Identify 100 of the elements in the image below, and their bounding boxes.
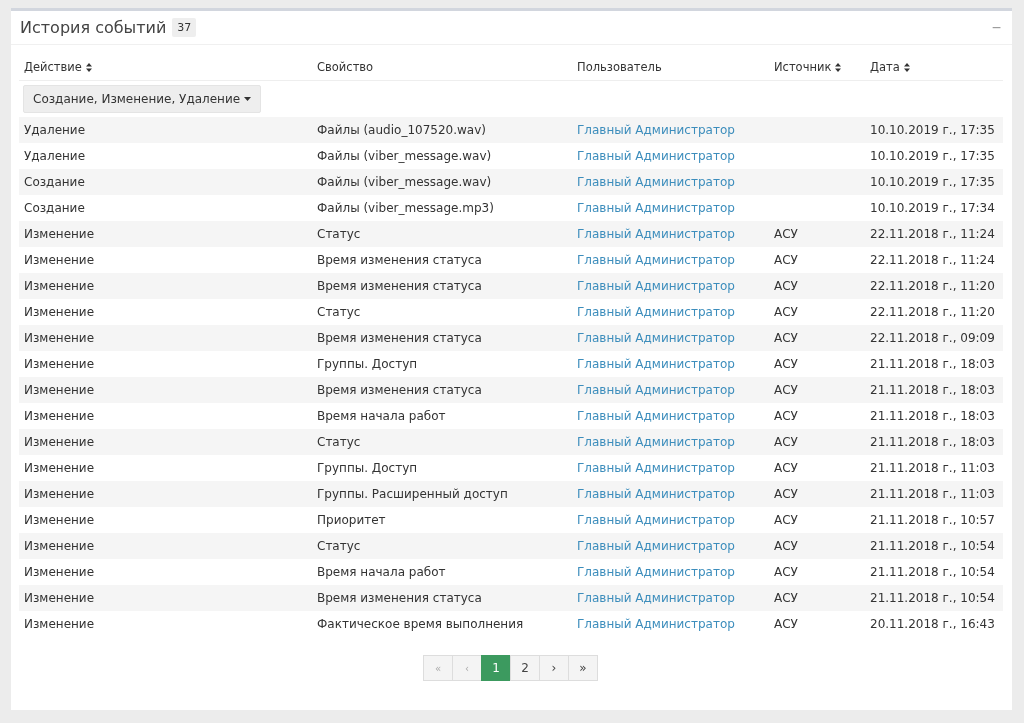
column-header[interactable]: Действие <box>24 60 92 74</box>
source-cell: АСУ <box>774 513 798 527</box>
source-cell: АСУ <box>774 565 798 579</box>
action-cell: Изменение <box>24 383 95 397</box>
date-cell: 10.10.2019 г., 17:35 <box>870 149 995 163</box>
date-cell: 21.11.2018 г., 18:03 <box>870 409 995 423</box>
property-cell: Файлы (viber_message.wav) <box>317 175 492 189</box>
user-link[interactable]: Главный Администратор <box>577 331 735 345</box>
action-cell: Изменение <box>24 487 95 501</box>
date-cell: 21.11.2018 г., 10:54 <box>870 591 995 605</box>
action-cell: Изменение <box>24 357 95 371</box>
source-cell: АСУ <box>774 253 798 267</box>
property-cell: Статус <box>317 435 361 449</box>
date-cell: 21.11.2018 г., 10:54 <box>870 539 995 553</box>
source-cell: АСУ <box>774 227 798 241</box>
action-cell: Удаление <box>24 149 86 163</box>
page-button[interactable]: 2 <box>510 655 540 681</box>
page-button[interactable]: 1 <box>481 655 511 681</box>
action-cell: Изменение <box>24 461 95 475</box>
column-header[interactable]: Дата <box>870 60 910 74</box>
source-cell: АСУ <box>774 487 798 501</box>
date-cell: 21.11.2018 г., 18:03 <box>870 383 995 397</box>
user-link[interactable]: Главный Администратор <box>577 123 735 137</box>
property-cell: Время начала работ <box>317 565 446 579</box>
user-link[interactable]: Главный Администратор <box>577 253 735 267</box>
date-cell: 10.10.2019 г., 17:35 <box>870 175 995 189</box>
date-cell: 22.11.2018 г., 11:24 <box>870 253 995 267</box>
action-cell: Изменение <box>24 565 95 579</box>
action-cell: Создание <box>24 175 85 189</box>
action-cell: Изменение <box>24 539 95 553</box>
date-cell: 22.11.2018 г., 11:20 <box>870 279 995 293</box>
user-link[interactable]: Главный Администратор <box>577 305 735 319</box>
user-link[interactable]: Главный Администратор <box>577 565 735 579</box>
source-cell: АСУ <box>774 331 798 345</box>
source-cell: АСУ <box>774 409 798 423</box>
source-cell: АСУ <box>774 617 798 631</box>
property-cell: Файлы (audio_107520.wav) <box>317 123 486 137</box>
property-cell: Статус <box>317 539 361 553</box>
source-cell: АСУ <box>774 279 798 293</box>
date-cell: 20.11.2018 г., 16:43 <box>870 617 995 631</box>
user-link[interactable]: Главный Администратор <box>577 201 735 215</box>
sort-icon <box>835 62 842 72</box>
column-header: Пользователь <box>577 60 662 74</box>
date-cell: 21.11.2018 г., 18:03 <box>870 357 995 371</box>
sort-icon <box>85 62 92 72</box>
user-link[interactable]: Главный Администратор <box>577 461 735 475</box>
caret-icon <box>244 97 252 101</box>
date-cell: 21.11.2018 г., 18:03 <box>870 435 995 449</box>
user-link[interactable]: Главный Администратор <box>577 617 735 631</box>
property-cell: Файлы (viber_message.mp3) <box>317 201 494 215</box>
user-link[interactable]: Главный Администратор <box>577 383 735 397</box>
action-cell: Изменение <box>24 227 95 241</box>
property-cell: Время изменения статуса <box>317 591 482 605</box>
user-link[interactable]: Главный Администратор <box>577 357 735 371</box>
property-cell: Приоритет <box>317 513 386 527</box>
action-cell: Создание <box>24 201 85 215</box>
user-link[interactable]: Главный Администратор <box>577 409 735 423</box>
property-cell: Время изменения статуса <box>317 331 482 345</box>
source-cell: АСУ <box>774 357 798 371</box>
page-button[interactable]: › <box>539 655 569 681</box>
date-cell: 22.11.2018 г., 09:09 <box>870 331 995 345</box>
action-cell: Удаление <box>24 123 86 137</box>
action-cell: Изменение <box>24 305 95 319</box>
property-cell: Группы. Доступ <box>317 461 418 475</box>
property-cell: Файлы (viber_message.wav) <box>317 149 492 163</box>
user-link[interactable]: Главный Администратор <box>577 149 735 163</box>
property-cell: Время изменения статуса <box>317 253 482 267</box>
source-cell: АСУ <box>774 591 798 605</box>
user-link[interactable]: Главный Администратор <box>577 513 735 527</box>
property-cell: Фактическое время выполнения <box>317 617 524 631</box>
property-cell: Группы. Доступ <box>317 357 418 371</box>
filter-dropdown[interactable]: Создание, Изменение, Удаление <box>23 85 262 113</box>
user-link[interactable]: Главный Администратор <box>577 591 735 605</box>
page-button[interactable]: » <box>568 655 598 681</box>
date-cell: 21.11.2018 г., 11:03 <box>870 461 995 475</box>
source-cell: АСУ <box>774 435 798 449</box>
user-link[interactable]: Главный Администратор <box>577 279 735 293</box>
collapse-button[interactable]: − <box>989 18 1003 37</box>
panel-title: История событий <box>20 18 167 37</box>
user-link[interactable]: Главный Администратор <box>577 227 735 241</box>
property-cell: Статус <box>317 227 361 241</box>
action-cell: Изменение <box>24 331 95 345</box>
user-link[interactable]: Главный Администратор <box>577 487 735 501</box>
user-link[interactable]: Главный Администратор <box>577 435 735 449</box>
property-cell: Статус <box>317 305 361 319</box>
user-link[interactable]: Главный Администратор <box>577 539 735 553</box>
action-cell: Изменение <box>24 513 95 527</box>
date-cell: 22.11.2018 г., 11:20 <box>870 305 995 319</box>
source-cell: АСУ <box>774 383 798 397</box>
action-cell: Изменение <box>24 435 95 449</box>
property-cell: Время изменения статуса <box>317 383 482 397</box>
count-badge: 37 <box>172 18 197 37</box>
date-cell: 21.11.2018 г., 10:57 <box>870 513 995 527</box>
column-header[interactable]: Источник <box>774 60 842 74</box>
user-link[interactable]: Главный Администратор <box>577 175 735 189</box>
action-cell: Изменение <box>24 409 95 423</box>
sort-icon <box>903 62 910 72</box>
action-cell: Изменение <box>24 279 95 293</box>
action-cell: Изменение <box>24 591 95 605</box>
source-cell: АСУ <box>774 539 798 553</box>
